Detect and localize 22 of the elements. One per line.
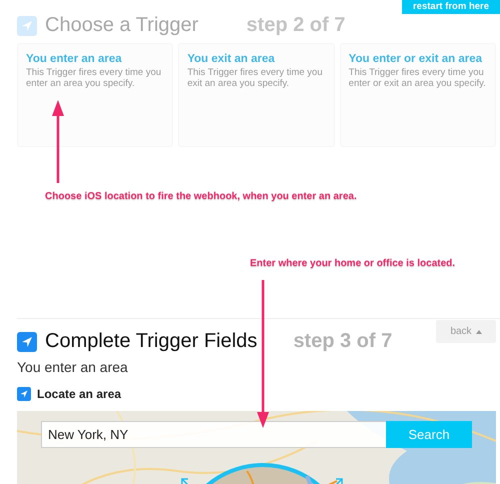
location-search-field[interactable]: New York, NY bbox=[41, 421, 386, 448]
step-title: Choose a Trigger bbox=[45, 14, 198, 37]
restart-button[interactable]: restart from here bbox=[402, 0, 500, 14]
caret-icon bbox=[476, 330, 482, 334]
trigger-card[interactable]: You enter an area This Trigger fires every time you enter an area you specify. bbox=[17, 43, 174, 147]
annotation-text: Choose iOS location to fire the webhook, when you enter an area. bbox=[45, 191, 357, 202]
back-button[interactable]: back bbox=[436, 320, 496, 343]
trigger-card[interactable]: You exit an area This Trigger fires every time you exit an area you specify. bbox=[178, 43, 335, 147]
card-title: You enter an area bbox=[26, 53, 123, 65]
trigger-name: You enter an area bbox=[17, 359, 129, 375]
search-button[interactable]: Search bbox=[386, 421, 472, 448]
step-counter: step 3 of 7 bbox=[293, 330, 392, 353]
step-title: Complete Trigger Fields bbox=[45, 330, 258, 353]
step-counter: step 2 of 7 bbox=[246, 14, 346, 37]
field-label: Locate an area bbox=[37, 387, 122, 401]
annotation-text: Enter where your home or office is located. bbox=[250, 258, 456, 269]
card-description: This Trigger fires every time you exit an area you specify. bbox=[187, 67, 324, 89]
card-title: You enter or exit an area bbox=[348, 53, 484, 65]
card-description: This Trigger fires every time you enter or exit an area you specify. bbox=[348, 67, 487, 89]
card-description: This Trigger fires every time you enter an area you specify. bbox=[26, 67, 162, 89]
card-title: You exit an area bbox=[187, 53, 276, 65]
trigger-card[interactable]: You enter or exit an area This Trigger fires every time you enter or exit an area you specify. bbox=[340, 43, 496, 147]
